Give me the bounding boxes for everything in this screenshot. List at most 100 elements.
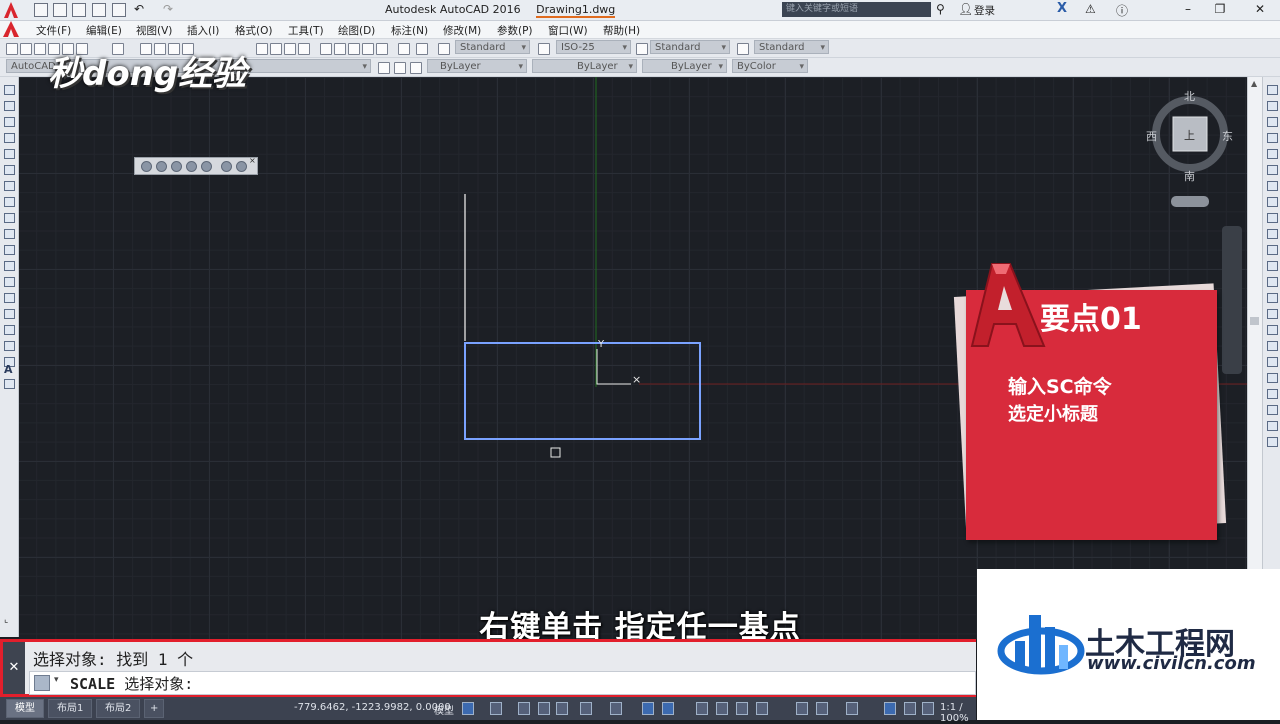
tab-layout1[interactable]: 布局1 [48, 699, 93, 718]
explode-icon[interactable] [1267, 357, 1278, 367]
3d-osnap-icon[interactable] [756, 702, 768, 715]
extend-icon[interactable] [1267, 245, 1278, 255]
circle-icon[interactable] [4, 181, 15, 191]
annotation-scale-icon[interactable] [922, 702, 934, 715]
model-space-toggle[interactable]: 模型 [434, 702, 454, 717]
tab-layout2[interactable]: 布局2 [96, 699, 141, 718]
adjust-distance-icon[interactable] [186, 161, 197, 172]
annotation-visibility-icon[interactable] [884, 702, 896, 715]
new-file-icon[interactable] [34, 3, 48, 17]
dim-style-icon[interactable] [538, 43, 550, 55]
ortho-icon[interactable] [556, 702, 568, 715]
polyline-icon[interactable] [4, 117, 15, 127]
polar-icon[interactable] [580, 702, 592, 715]
close-button[interactable]: ✕ [1250, 2, 1270, 17]
free-orbit-icon[interactable] [156, 161, 167, 172]
make-block-icon[interactable] [4, 277, 15, 287]
minitb-close-icon[interactable]: × [249, 156, 256, 165]
exchange-icon[interactable]: X [1057, 1, 1067, 16]
menu-dimension[interactable]: 标注(N) [391, 23, 428, 38]
autodesk360-icon[interactable]: ⚠ [1085, 2, 1096, 16]
mirror-icon[interactable] [1267, 117, 1278, 127]
osnap-tracking-icon[interactable] [642, 702, 654, 715]
construction-line-icon[interactable] [4, 101, 15, 111]
save-icon[interactable] [72, 3, 86, 17]
command-input[interactable]: ▾ SCALE 选择对象: [29, 671, 976, 695]
maximize-button[interactable]: ❐ [1210, 2, 1230, 17]
ellipse-arc-icon[interactable] [4, 245, 15, 255]
move-icon[interactable] [1267, 165, 1278, 175]
lineweight-icon[interactable] [696, 702, 708, 715]
linetype-select[interactable]: ByLayer [532, 59, 637, 74]
osnap-icon[interactable] [662, 702, 674, 715]
measure-icon[interactable] [1267, 437, 1278, 447]
help-icon[interactable]: ⓘ [1116, 2, 1128, 19]
menu-parametric[interactable]: 参数(P) [497, 23, 533, 38]
menu-logo-icon[interactable] [2, 20, 20, 41]
pan-icon[interactable] [256, 43, 268, 55]
array-icon[interactable] [1267, 149, 1278, 159]
mleader-style-select[interactable]: Standard [754, 40, 829, 55]
arc-icon[interactable] [4, 165, 15, 175]
menu-modify[interactable]: 修改(M) [443, 23, 481, 38]
offset-icon[interactable] [1267, 133, 1278, 143]
zoom-window-icon[interactable] [284, 43, 296, 55]
orbit-icon[interactable] [141, 161, 152, 172]
undo-icon[interactable]: ↶ [134, 2, 144, 16]
selection-filter-icon[interactable] [816, 702, 828, 715]
grid-icon[interactable] [462, 702, 474, 715]
properties-icon[interactable] [320, 43, 332, 55]
ellipse-icon[interactable] [4, 229, 15, 239]
print-icon[interactable] [112, 3, 126, 17]
menu-draw[interactable]: 绘图(D) [338, 23, 375, 38]
qnew-icon[interactable] [6, 43, 18, 55]
save-toolbar-icon[interactable] [34, 43, 46, 55]
lengthen-icon[interactable] [1267, 405, 1278, 415]
mtext-icon[interactable]: A [4, 363, 13, 376]
table-style-icon[interactable] [636, 43, 648, 55]
lineweight-select[interactable]: ByLayer [642, 59, 727, 74]
polygon-icon[interactable] [4, 133, 15, 143]
tool-palettes-icon[interactable] [348, 43, 360, 55]
pedit-icon[interactable] [1267, 389, 1278, 399]
revcloud-icon[interactable] [4, 197, 15, 207]
wcs-menu-button[interactable] [1171, 196, 1209, 207]
compass-west[interactable]: 西 [1146, 128, 1157, 144]
zoom-previous-icon[interactable] [298, 43, 310, 55]
gradient-icon[interactable] [4, 325, 15, 335]
add-selected-icon[interactable] [4, 379, 15, 389]
command-close-icon[interactable]: ✕ [3, 642, 25, 694]
vertical-scrollbar[interactable]: ▲ [1247, 77, 1262, 640]
viewcube[interactable]: 北 南 西 东 上 [1146, 90, 1233, 183]
dim-style-select[interactable]: ISO-25 [556, 40, 631, 55]
copy-object-icon[interactable] [1267, 101, 1278, 111]
compass-east[interactable]: 东 [1222, 128, 1233, 144]
redo-icon[interactable]: ↷ [163, 2, 173, 16]
layer-state-icon[interactable] [378, 62, 390, 74]
layer-current-icon[interactable] [410, 62, 422, 74]
text-style-select[interactable]: Standard [455, 40, 530, 55]
help-toolbar-icon[interactable] [416, 43, 428, 55]
calculator-icon[interactable] [398, 43, 410, 55]
fillet-icon[interactable] [1267, 325, 1278, 335]
join-icon[interactable] [1267, 293, 1278, 303]
insert-block-icon[interactable] [4, 261, 15, 271]
fly-icon[interactable] [236, 161, 247, 172]
menu-help[interactable]: 帮助(H) [603, 23, 640, 38]
divide-icon[interactable] [1267, 421, 1278, 431]
annotation-scale-readout[interactable]: 1:1 / 100% [940, 702, 976, 724]
scroll-up-icon[interactable]: ▲ [1251, 79, 1257, 88]
plot-style-select[interactable]: ByColor [732, 59, 808, 74]
blend-icon[interactable] [1267, 341, 1278, 351]
menu-edit[interactable]: 编辑(E) [86, 23, 122, 38]
line-icon[interactable] [4, 85, 15, 95]
auto-scale-icon[interactable] [904, 702, 916, 715]
table-style-select[interactable]: Standard [650, 40, 730, 55]
navigation-bar[interactable] [1222, 226, 1242, 374]
markup-icon[interactable] [376, 43, 388, 55]
trim-icon[interactable] [1267, 229, 1278, 239]
layer-color-select[interactable]: ByLayer [427, 59, 527, 74]
chamfer-icon[interactable] [1267, 309, 1278, 319]
add-layout-button[interactable]: + [144, 699, 165, 718]
rectangle-icon[interactable] [4, 149, 15, 159]
